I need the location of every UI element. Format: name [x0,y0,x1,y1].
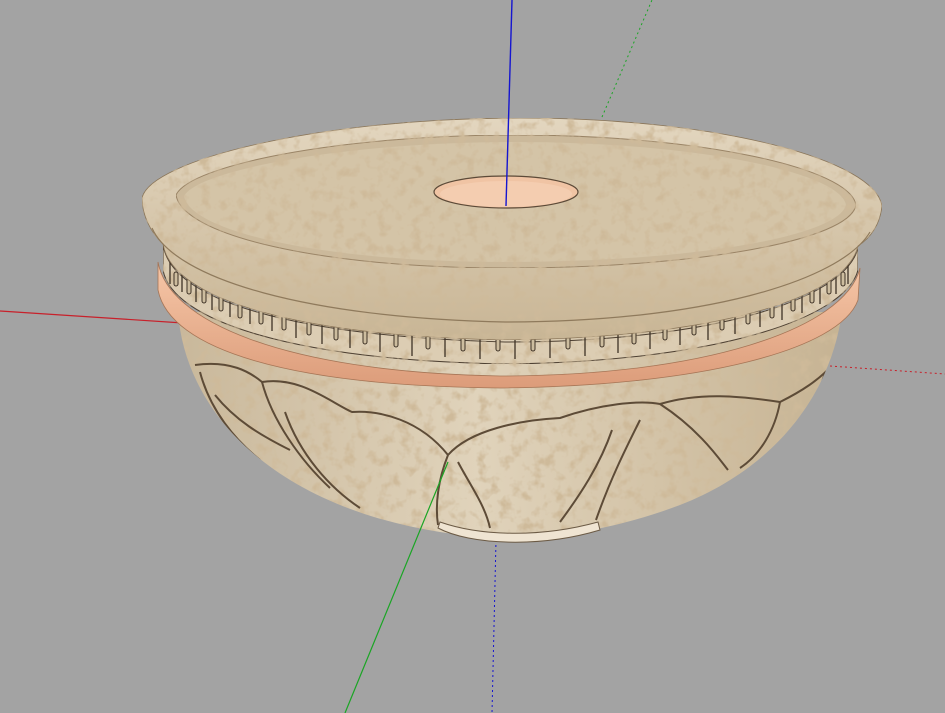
marble-bowl-model[interactable] [141,117,883,543]
x-axis-positive [829,365,945,375]
x-axis-negative [0,310,184,324]
scene-canvas[interactable] [0,0,945,713]
y-axis-positive [601,0,653,118]
z-axis-negative [491,539,497,713]
3d-viewport[interactable] [0,0,945,713]
